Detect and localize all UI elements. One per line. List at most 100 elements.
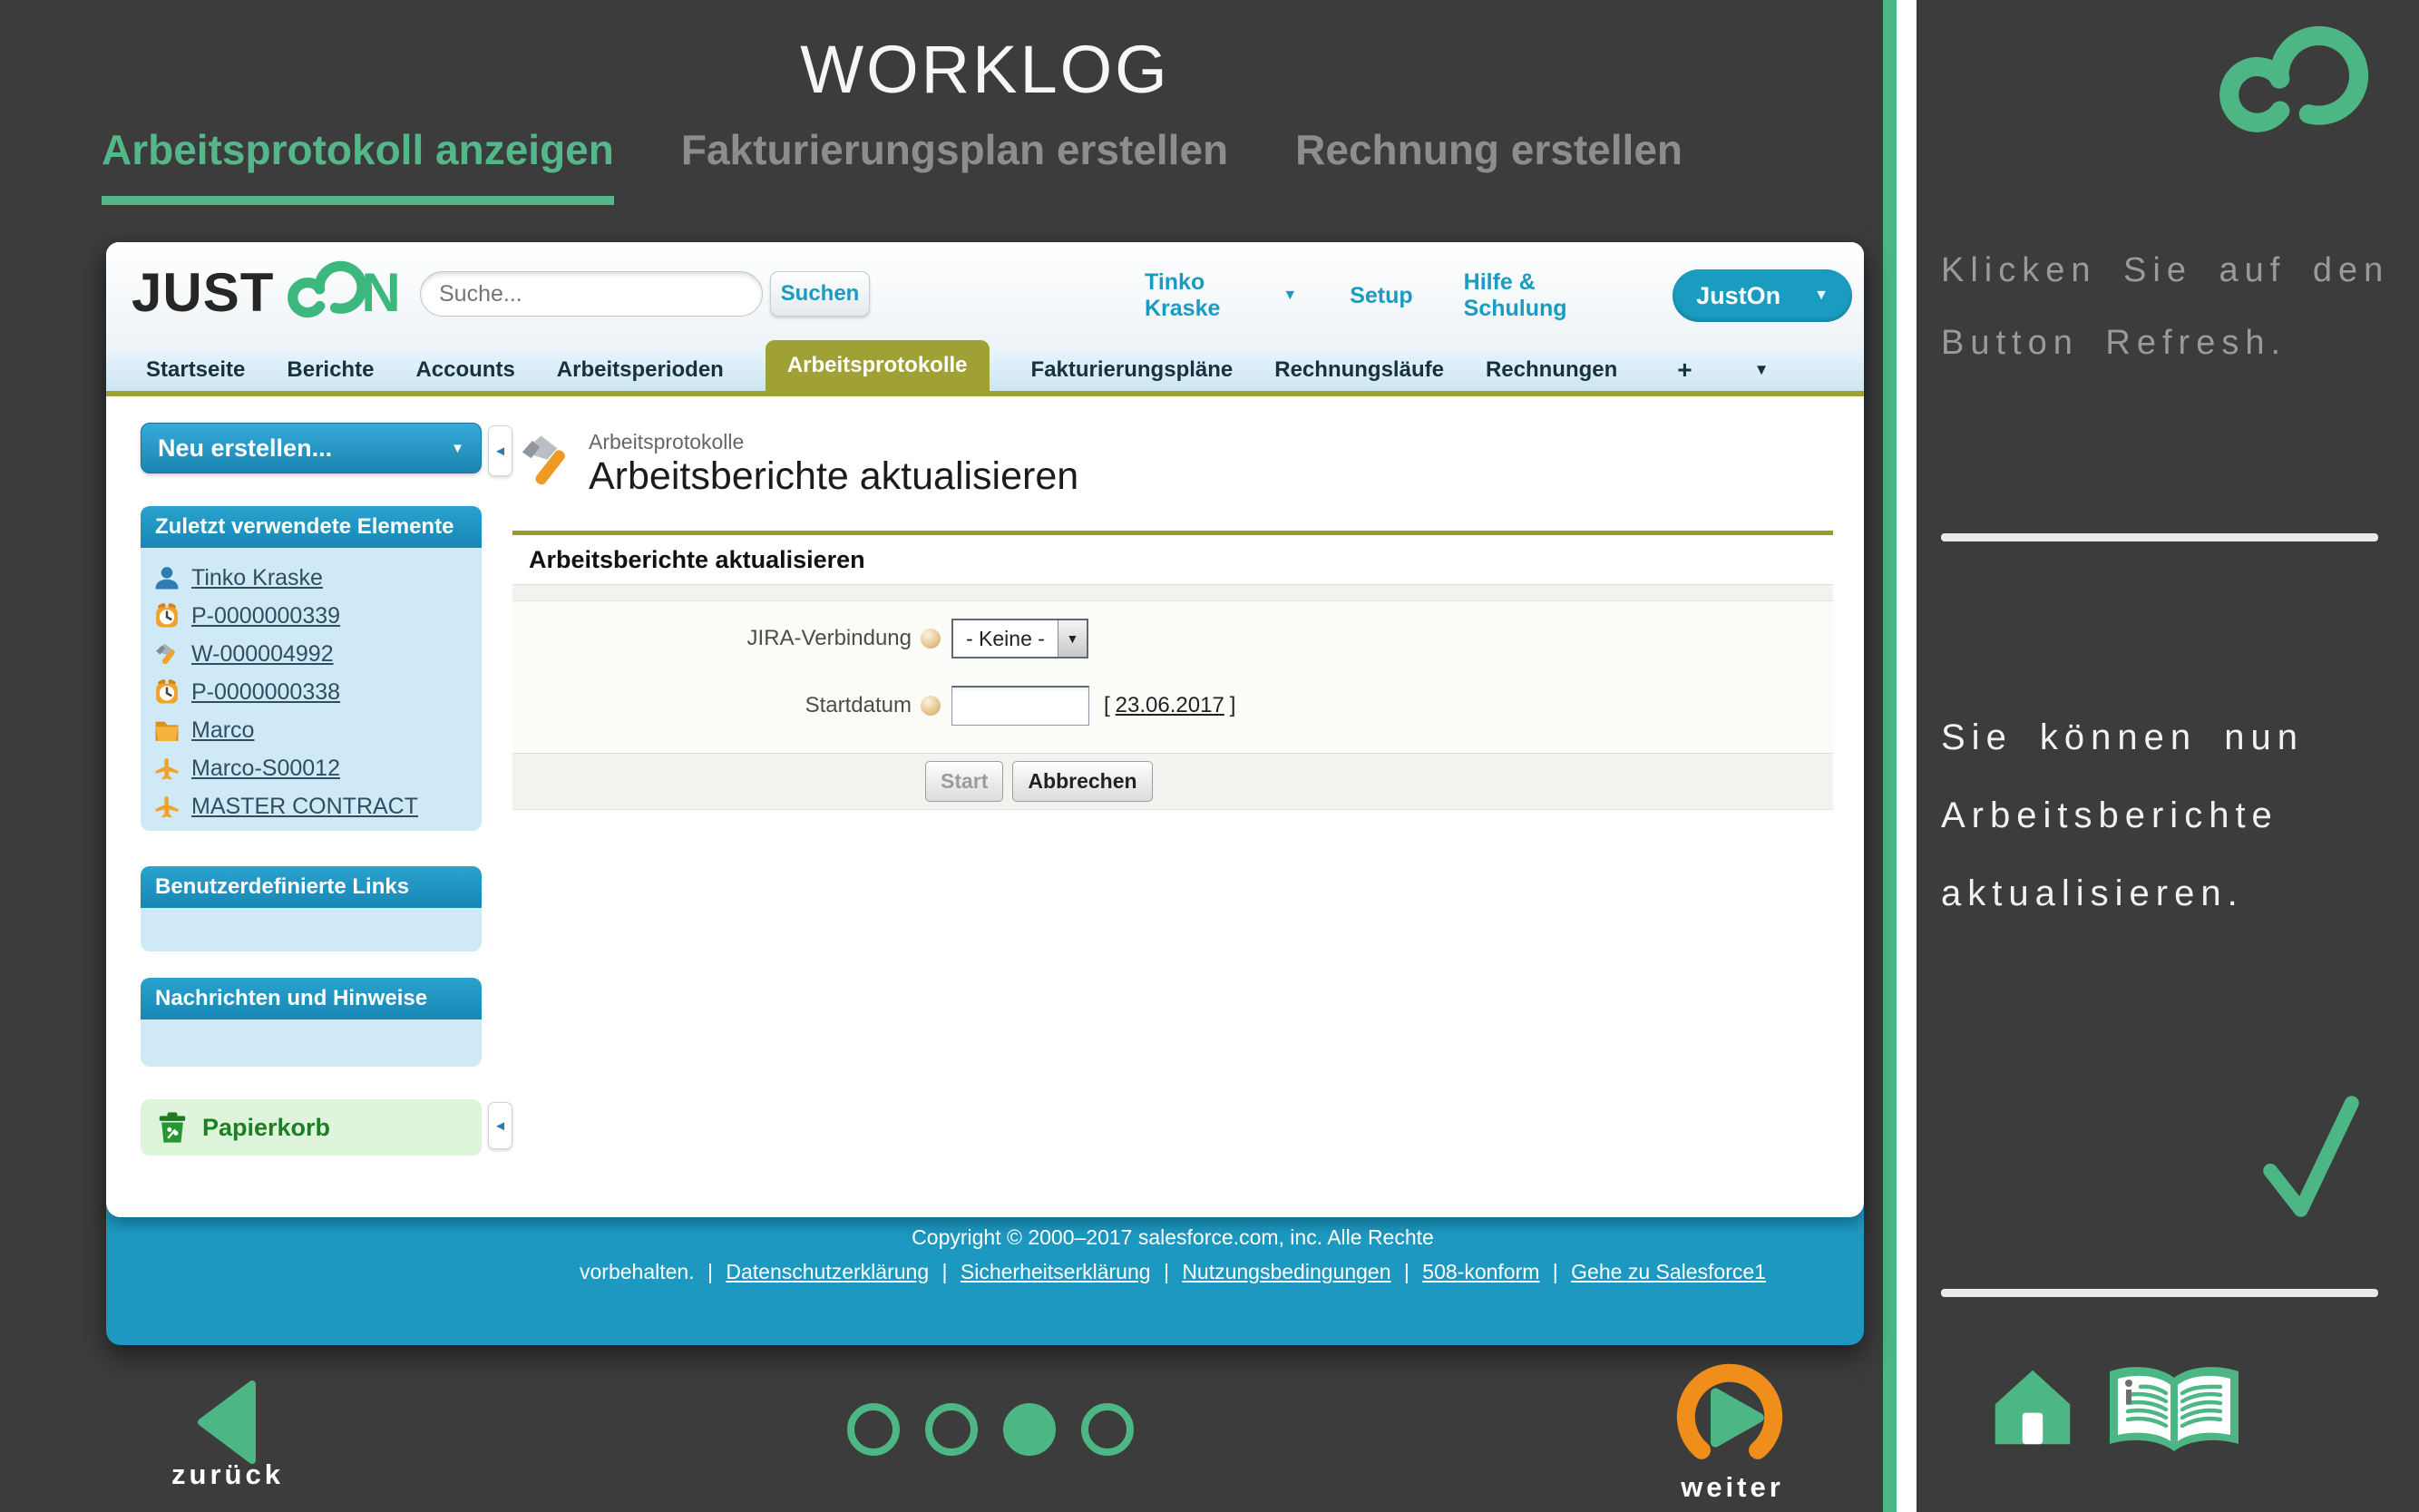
chevron-down-icon[interactable]: ▼ — [1754, 361, 1770, 379]
nav-tab-rechnungslaeufe[interactable]: Rechnungsläufe — [1274, 357, 1444, 383]
recent-link[interactable]: P-0000000338 — [191, 679, 340, 706]
salesforce1-link[interactable]: Gehe zu Salesforce1 — [1571, 1260, 1766, 1283]
recent-link[interactable]: Marco-S00012 — [191, 756, 340, 782]
next-button-label[interactable]: weiter — [1642, 1471, 1823, 1504]
breadcrumb: Arbeitsprotokolle — [589, 430, 745, 454]
create-new-button[interactable]: Neu erstellen... ▼ — [141, 423, 482, 473]
recent-link[interactable]: Marco — [191, 717, 254, 744]
tab-arbeitsprotokoll-anzeigen[interactable]: Arbeitsprotokoll anzeigen — [102, 125, 614, 205]
nav-tab-startseite[interactable]: Startseite — [146, 357, 245, 383]
list-item[interactable]: Tinko Kraske — [153, 559, 474, 597]
completion-note: Sie können nun Arbeitsberichte aktualisi… — [1941, 717, 2305, 913]
list-item[interactable]: P-0000000339 — [153, 597, 474, 635]
progress-dot[interactable] — [1081, 1403, 1134, 1456]
nav-tab-fakturierungsplaene[interactable]: Fakturierungspläne — [1031, 357, 1234, 383]
divider-line — [1941, 533, 2378, 541]
start-button[interactable]: Start — [925, 761, 1004, 802]
recent-link[interactable]: MASTER CONTRACT — [191, 794, 418, 820]
bin-collapse-button[interactable]: ◄ — [488, 1102, 512, 1149]
copyright-line: Copyright © 2000–2017 salesforce.com, in… — [912, 1225, 1434, 1249]
app-footer: Copyright © 2000–2017 salesforce.com, in… — [512, 1220, 1833, 1289]
help-icon[interactable] — [921, 629, 941, 649]
app-selector[interactable]: JustOn ▼ — [1673, 269, 1852, 322]
messages-body — [141, 1019, 482, 1067]
plane-icon — [155, 796, 179, 818]
progress-dot-active[interactable] — [1003, 1403, 1056, 1456]
back-arrow-icon[interactable] — [192, 1379, 259, 1466]
instruction-note: Klicken Sie auf den Button Refresh. — [1941, 251, 2390, 362]
jira-connection-select[interactable]: - Keine - ▼ — [951, 619, 1088, 658]
add-tab-icon[interactable]: + — [1677, 356, 1692, 385]
help-link[interactable]: Hilfe & Schulung — [1464, 269, 1629, 322]
nav-tab-arbeitsperioden[interactable]: Arbeitsperioden — [557, 357, 724, 383]
chevron-down-icon: ▼ — [1057, 620, 1087, 657]
separator: | — [941, 1260, 948, 1283]
app-header: JUST N Suchen Tinko Kraske — [106, 242, 1864, 349]
list-item[interactable]: Marco — [153, 711, 474, 749]
green-divider — [1883, 0, 1897, 1512]
jira-connection-value: - Keine - — [966, 626, 1045, 650]
record-page-title: Arbeitsberichte aktualisieren — [589, 454, 1079, 498]
back-button-label[interactable]: zurück — [137, 1458, 318, 1491]
tab-fakturierungsplan-erstellen[interactable]: Fakturierungsplan erstellen — [681, 125, 1228, 205]
next-button-icon[interactable] — [1671, 1363, 1789, 1472]
privacy-link[interactable]: Datenschutzerklärung — [726, 1260, 929, 1283]
list-item[interactable]: P-0000000338 — [153, 673, 474, 711]
nav-tab-berichte[interactable]: Berichte — [287, 357, 374, 383]
folder-icon — [155, 721, 179, 741]
footer-links-line: vorbehalten. | Datenschutzerklärung | Si… — [512, 1254, 1833, 1289]
trash-icon — [159, 1112, 186, 1143]
legend-strip — [512, 585, 1833, 601]
search-button[interactable]: Suchen — [770, 271, 870, 317]
white-divider — [1897, 0, 1917, 1512]
recycle-bin[interactable]: Papierkorb — [141, 1099, 482, 1156]
recent-link[interactable]: Tinko Kraske — [191, 565, 323, 591]
page-title: WORKLOG — [800, 32, 1170, 107]
chevron-down-icon: ▼ — [451, 440, 464, 456]
help-icon[interactable] — [921, 696, 941, 716]
step-tabs: Arbeitsprotokoll anzeigen Fakturierungsp… — [102, 125, 1683, 205]
sidebar-collapse-button[interactable]: ◄ — [488, 425, 512, 476]
hammer-icon — [156, 643, 175, 665]
progress-dot[interactable] — [847, 1403, 900, 1456]
tab-rechnung-erstellen[interactable]: Rechnung erstellen — [1295, 125, 1683, 205]
terms-link[interactable]: Nutzungsbedingungen — [1182, 1260, 1390, 1283]
app-selector-label: JustOn — [1696, 281, 1781, 309]
juston-logo: JUST N — [132, 260, 401, 324]
divider-line — [1941, 1289, 2378, 1297]
book-icon[interactable] — [2106, 1362, 2242, 1457]
logo-text-just: JUST — [132, 261, 275, 323]
start-date-row: Startdatum [23.06.2017] — [512, 676, 1833, 736]
home-icon[interactable] — [1992, 1366, 2073, 1448]
cloud-logo-icon — [288, 260, 367, 318]
recent-link[interactable]: P-0000000339 — [191, 603, 340, 629]
list-item[interactable]: W-000004992 — [153, 635, 474, 673]
search-input[interactable] — [439, 280, 744, 307]
header-links: Tinko Kraske ▼ Setup Hilfe & Schulung Ju… — [1145, 242, 1852, 349]
today-date-link[interactable]: 23.06.2017 — [1116, 693, 1224, 717]
progress-dot[interactable] — [925, 1403, 978, 1456]
custom-links-body — [141, 908, 482, 951]
plane-icon — [155, 758, 179, 780]
nav-tab-rechnungen[interactable]: Rechnungen — [1486, 357, 1617, 383]
recent-items-header: Zuletzt verwendete Elemente — [141, 506, 482, 548]
compliance-link[interactable]: 508-konform — [1422, 1260, 1539, 1283]
cancel-button[interactable]: Abbrechen — [1012, 761, 1153, 802]
start-date-label: Startdatum — [805, 693, 912, 717]
app-window: JUST N Suchen Tinko Kraske — [106, 242, 1864, 1217]
user-menu[interactable]: Tinko Kraske ▼ — [1145, 269, 1297, 322]
button-bar: Start Abbrechen — [512, 753, 1833, 809]
recent-link[interactable]: W-000004992 — [191, 641, 334, 668]
start-date-input[interactable] — [951, 686, 1089, 726]
worklog-hammer-icon — [522, 435, 565, 485]
chevron-down-icon: ▼ — [1814, 288, 1829, 303]
user-icon — [155, 567, 179, 590]
nav-tab-arbeitsprotokolle[interactable]: Arbeitsprotokolle — [765, 340, 990, 391]
chevron-down-icon: ▼ — [1283, 288, 1298, 303]
setup-link[interactable]: Setup — [1350, 283, 1412, 309]
nav-tab-accounts[interactable]: Accounts — [415, 357, 514, 383]
list-item[interactable]: Marco-S00012 — [153, 749, 474, 787]
security-link[interactable]: Sicherheitserklärung — [961, 1260, 1151, 1283]
bracket-close: ] — [1229, 693, 1236, 717]
list-item[interactable]: MASTER CONTRACT — [153, 787, 474, 825]
